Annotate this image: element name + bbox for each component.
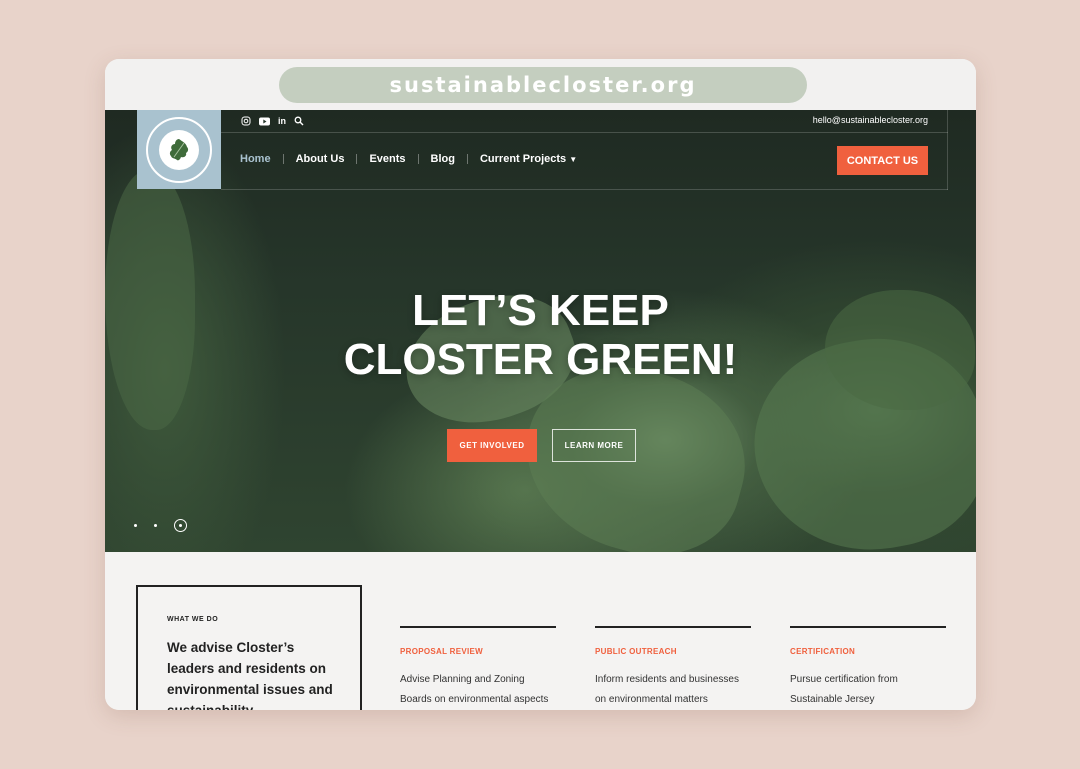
service-column: PROPOSAL REVIEW Advise Planning and Zoni… xyxy=(400,626,556,710)
column-title: PROPOSAL REVIEW xyxy=(400,647,484,656)
logo-text: Closter Environmental Commission xyxy=(148,119,149,120)
column-rule xyxy=(595,626,751,628)
column-text: Pursue certification from Sustainable Je… xyxy=(790,674,898,705)
main-nav: Home About Us Events Blog Current Projec… xyxy=(240,153,589,165)
hero-headline-line-1: LET’S KEEP xyxy=(412,286,669,335)
column-text: Inform residents and businesses on envir… xyxy=(595,674,739,705)
column-title: CERTIFICATION xyxy=(790,647,856,656)
nav-side-divider xyxy=(947,110,948,190)
service-column: PUBLIC OUTREACH Inform residents and bus… xyxy=(595,626,751,710)
slider-dot-active[interactable] xyxy=(174,519,187,532)
what-we-do-section: WHAT WE DO We advise Closter’s leaders a… xyxy=(105,552,976,710)
hero-headline: LET’S KEEP CLOSTER GREEN! xyxy=(105,286,976,384)
slider-dot[interactable] xyxy=(154,524,157,527)
instagram-icon[interactable] xyxy=(241,116,251,126)
column-text: Advise Planning and Zoning Boards on env… xyxy=(400,674,549,705)
what-we-do-box: WHAT WE DO We advise Closter’s leaders a… xyxy=(136,585,362,710)
top-divider xyxy=(221,132,948,133)
column-rule xyxy=(400,626,556,628)
browser-window: sustainablecloster.org Closter Environme… xyxy=(105,59,976,710)
browser-chrome: sustainablecloster.org xyxy=(105,59,976,110)
linkedin-icon[interactable]: in xyxy=(278,115,286,127)
section-label: WHAT WE DO xyxy=(167,616,219,623)
learn-more-button[interactable]: LEARN MORE xyxy=(552,429,636,462)
nav-item-home[interactable]: Home xyxy=(240,153,283,165)
slider-dot[interactable] xyxy=(134,524,137,527)
oak-leaf-icon xyxy=(159,129,199,170)
contact-email[interactable]: hello@sustainablecloster.org xyxy=(813,115,928,125)
hero-section: Closter Environmental Commission in hell… xyxy=(105,110,976,552)
nav-item-blog[interactable]: Blog xyxy=(419,153,467,165)
nav-item-events[interactable]: Events xyxy=(357,153,417,165)
search-icon[interactable] xyxy=(294,116,304,126)
slider-dots xyxy=(134,519,187,532)
chevron-down-icon: ▼ xyxy=(569,155,578,164)
column-rule xyxy=(790,626,946,628)
nav-item-current-projects[interactable]: Current Projects ▼ xyxy=(468,153,589,165)
url-bar[interactable]: sustainablecloster.org xyxy=(279,67,807,103)
column-title: PUBLIC OUTREACH xyxy=(595,647,677,656)
hero-headline-line-2: CLOSTER GREEN! xyxy=(343,335,738,384)
contact-us-button[interactable]: CONTACT US xyxy=(837,146,928,175)
section-heading: We advise Closter’s leaders and resident… xyxy=(167,640,333,710)
logo-seal: Closter Environmental Commission xyxy=(146,116,212,183)
site-logo[interactable]: Closter Environmental Commission xyxy=(137,110,221,189)
get-involved-button[interactable]: GET INVOLVED xyxy=(447,429,537,462)
nav-item-label: Current Projects xyxy=(479,153,567,165)
nav-item-about-us[interactable]: About Us xyxy=(284,153,357,165)
nav-divider xyxy=(221,189,948,190)
social-links: in xyxy=(241,115,304,127)
youtube-icon[interactable] xyxy=(259,117,270,126)
service-column: CERTIFICATION Pursue certification from … xyxy=(790,626,946,710)
